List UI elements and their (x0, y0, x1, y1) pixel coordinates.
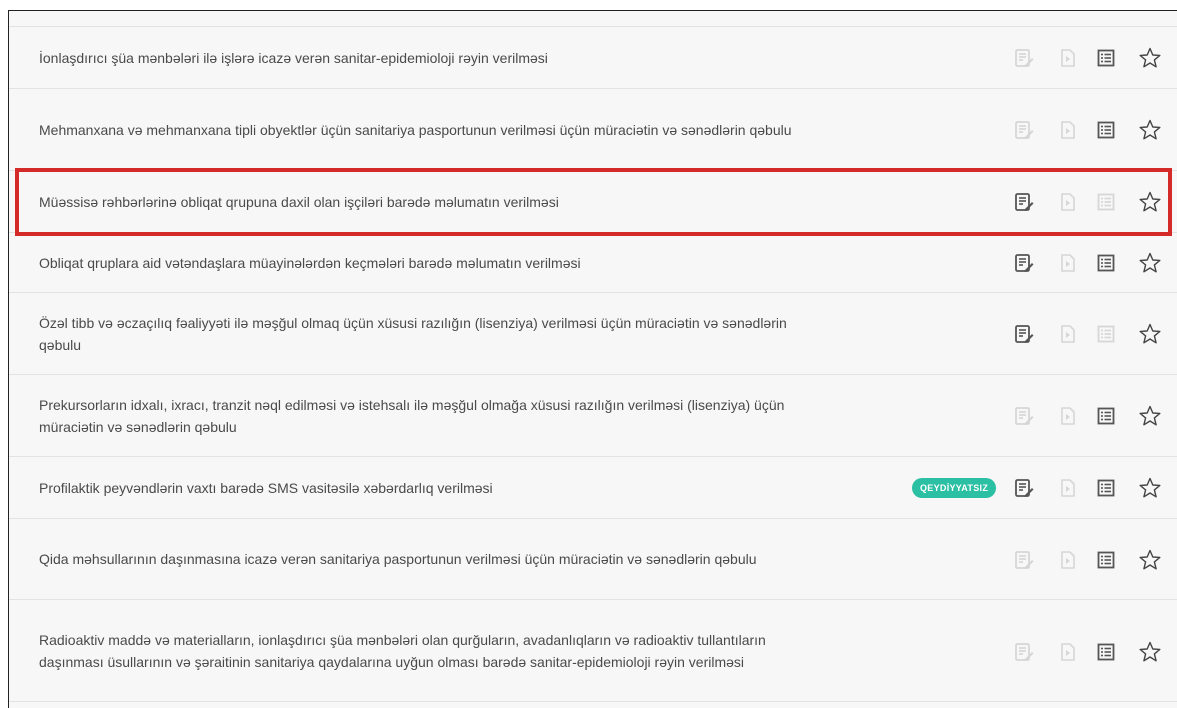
video-guide-icon (1056, 46, 1080, 70)
service-info-icon[interactable] (1094, 548, 1118, 572)
service-info-icon[interactable] (1094, 476, 1118, 500)
service-title[interactable]: Qida məhsullarının daşınmasına icazə ver… (39, 548, 799, 570)
apply-online-icon (1012, 404, 1036, 428)
apply-online-icon[interactable] (1012, 476, 1036, 500)
video-guide-icon (1056, 190, 1080, 214)
video-guide-icon (1056, 251, 1080, 275)
favorite-star-icon[interactable] (1138, 118, 1162, 142)
service-info-icon[interactable] (1094, 640, 1118, 664)
service-row[interactable]: Mehmanxana və mehmanxana tipli obyektlər… (9, 88, 1177, 170)
service-info-icon (1094, 190, 1118, 214)
service-title[interactable]: Müəssisə rəhbərlərinə obliqat qrupuna da… (39, 191, 799, 213)
service-title[interactable]: Mehmanxana və mehmanxana tipli obyektlər… (39, 119, 799, 141)
service-info-icon[interactable] (1094, 404, 1118, 428)
service-title[interactable]: Obliqat qruplara aid vətəndaşlara müayin… (39, 252, 799, 274)
apply-online-icon (1012, 640, 1036, 664)
favorite-star-icon[interactable] (1138, 190, 1162, 214)
service-row[interactable]: Obliqat qruplara aid vətəndaşlara müayin… (9, 232, 1177, 292)
service-row[interactable]: Prekursorların idxalı, ixracı, tranzit n… (9, 374, 1177, 456)
favorite-star-icon[interactable] (1138, 476, 1162, 500)
favorite-star-icon[interactable] (1138, 251, 1162, 275)
apply-online-icon[interactable] (1012, 190, 1036, 214)
apply-online-icon[interactable] (1012, 251, 1036, 275)
service-title[interactable]: Özəl tibb və əczaçılıq fəaliyyəti ilə mə… (39, 312, 799, 356)
service-title[interactable]: Radioaktiv maddə və materialların, ionla… (39, 629, 799, 673)
service-info-icon[interactable] (1094, 118, 1118, 142)
apply-online-icon (1012, 46, 1036, 70)
service-title[interactable]: Prekursorların idxalı, ixracı, tranzit n… (39, 394, 799, 438)
video-guide-icon (1056, 322, 1080, 346)
service-title[interactable]: İonlaşdırıcı şüa mənbələri ilə işlərə ic… (39, 47, 799, 69)
favorite-star-icon[interactable] (1138, 322, 1162, 346)
apply-online-icon (1012, 118, 1036, 142)
service-row[interactable]: Radioaktiv maddə və materialların, ionla… (9, 599, 1177, 702)
no-registration-badge: QEYDİYYATSIZ (912, 478, 997, 498)
video-guide-icon (1056, 640, 1080, 664)
video-guide-icon (1056, 404, 1080, 428)
service-row[interactable]: Özəl tibb və əczaçılıq fəaliyyəti ilə mə… (9, 292, 1177, 374)
video-guide-icon (1056, 476, 1080, 500)
service-row[interactable]: Profilaktik peyvəndlərin vaxtı barədə SM… (9, 456, 1177, 518)
service-list: İonlaşdırıcı şüa mənbələri ilə işlərə ic… (9, 26, 1177, 702)
service-list-panel: İonlaşdırıcı şüa mənbələri ilə işlərə ic… (8, 10, 1177, 708)
favorite-star-icon[interactable] (1138, 46, 1162, 70)
service-row[interactable]: İonlaşdırıcı şüa mənbələri ilə işlərə ic… (9, 26, 1177, 88)
video-guide-icon (1056, 118, 1080, 142)
video-guide-icon (1056, 548, 1080, 572)
service-info-icon[interactable] (1094, 46, 1118, 70)
apply-online-icon (1012, 548, 1036, 572)
favorite-star-icon[interactable] (1138, 404, 1162, 428)
favorite-star-icon[interactable] (1138, 640, 1162, 664)
apply-online-icon[interactable] (1012, 322, 1036, 346)
favorite-star-icon[interactable] (1138, 548, 1162, 572)
service-row[interactable]: Qida məhsullarının daşınmasına icazə ver… (9, 518, 1177, 599)
service-row[interactable]: Müəssisə rəhbərlərinə obliqat qrupuna da… (9, 170, 1177, 232)
service-info-icon (1094, 322, 1118, 346)
service-title[interactable]: Profilaktik peyvəndlərin vaxtı barədə SM… (39, 477, 799, 499)
service-info-icon[interactable] (1094, 251, 1118, 275)
